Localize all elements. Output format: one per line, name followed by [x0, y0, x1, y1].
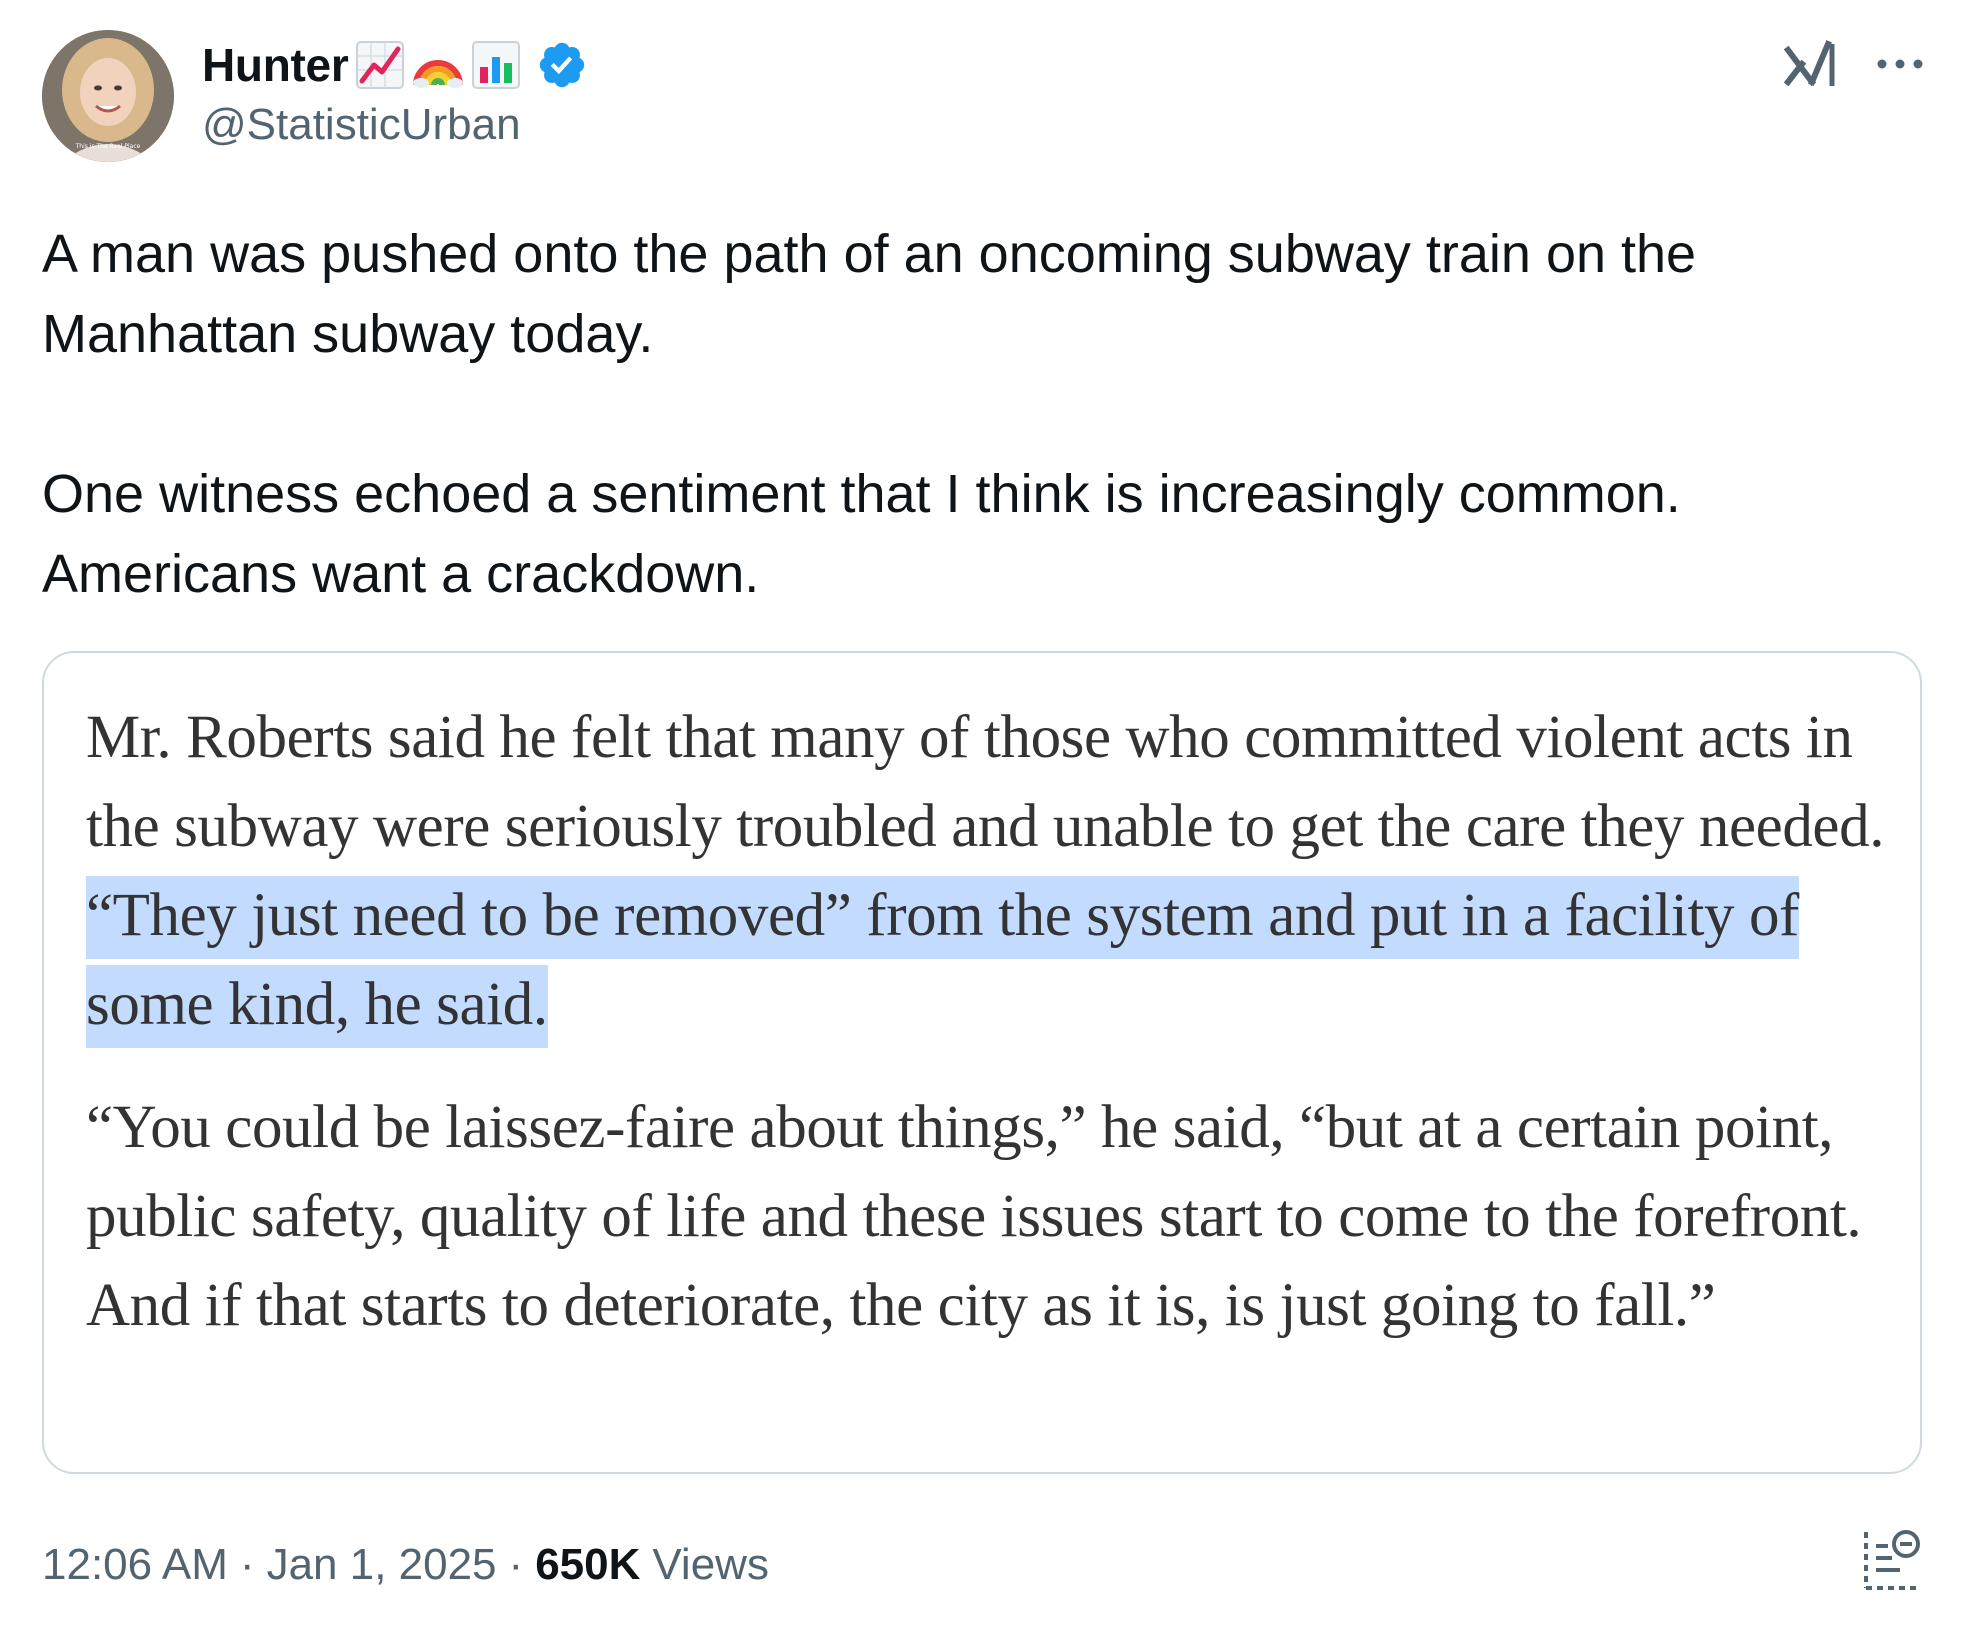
article-paragraph: Mr. Roberts said he felt that many of th…	[86, 693, 1896, 1049]
verified-badge-icon[interactable]	[536, 39, 588, 91]
article-paragraph: “You could be laissez-faire about things…	[86, 1094, 1862, 1339]
tweet-paragraph: One witness echoed a sentiment that I th…	[42, 464, 1681, 604]
analytics-icon[interactable]	[1860, 1522, 1924, 1598]
highlighted-quote: “They just need to be removed” from the …	[86, 876, 1799, 1048]
avatar[interactable]: This is The Real Place	[42, 30, 174, 162]
tweet-time[interactable]: 12:06 AM	[42, 1540, 228, 1590]
grok-icon[interactable]	[1782, 36, 1842, 96]
tweet-meta: 12:06 AM · Jan 1, 2025 · 650K Views	[42, 1540, 769, 1590]
views-count: 650K	[535, 1540, 641, 1589]
article-excerpt: Mr. Roberts said he felt that many of th…	[86, 693, 1896, 1350]
tweet-text: A man was pushed onto the path of an onc…	[42, 214, 1922, 614]
avatar-caption: This is The Real Place	[75, 143, 141, 150]
tweet-date[interactable]: Jan 1, 2025	[267, 1540, 497, 1590]
author-name-row: Hunter	[202, 34, 588, 96]
article-text-plain: Mr. Roberts said he felt that many of th…	[86, 704, 1885, 860]
avatar-image: This is The Real Place	[42, 30, 174, 162]
tweet-paragraph: A man was pushed onto the path of an onc…	[42, 224, 1697, 364]
rainbow-emoji-icon	[412, 39, 464, 91]
author-handle[interactable]: @StatisticUrban	[202, 100, 521, 150]
meta-separator: ·	[239, 1540, 255, 1589]
views-label: Views	[652, 1540, 769, 1589]
tweet-image[interactable]: Mr. Roberts said he felt that many of th…	[42, 651, 1922, 1474]
more-options-icon[interactable]	[1872, 44, 1928, 84]
chart-increasing-emoji-icon	[354, 39, 406, 91]
meta-separator: ·	[508, 1540, 524, 1589]
bar-chart-emoji-icon	[470, 39, 522, 91]
display-name[interactable]: Hunter	[202, 38, 349, 92]
